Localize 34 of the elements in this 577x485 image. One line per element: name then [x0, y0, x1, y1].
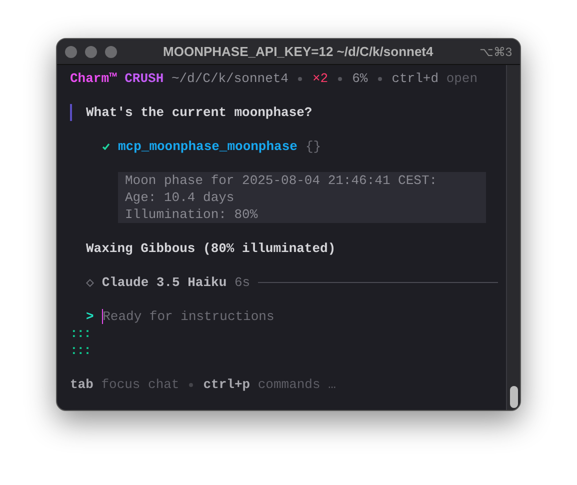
- window-shortcut: ⌥⌘3: [479, 44, 512, 60]
- app-brand: Charm™: [70, 70, 117, 87]
- help-key: tab: [70, 376, 94, 393]
- spinner-dots: :::: [70, 326, 90, 341]
- user-message: What's the current moonphase?: [86, 104, 312, 121]
- separator-dot-icon: [298, 76, 302, 80]
- tool-name: mcp_moonphase_moonphase: [118, 138, 298, 155]
- app-name: CRUSH: [124, 70, 164, 87]
- error-count: ×2: [312, 70, 328, 87]
- window-title: MOONPHASE_API_KEY=12 ~/d/C/k/sonnet4: [163, 42, 434, 61]
- input-field[interactable]: Ready for instructions: [102, 308, 498, 325]
- context-usage: 6%: [352, 70, 368, 87]
- tool-output: Moon phase for 2025-08-04 21:46:41 CEST: Age: 10.4 days Illumination: 80%: [118, 172, 486, 223]
- window-zoom-button[interactable]: [105, 46, 117, 58]
- tool-args: {}: [305, 138, 322, 155]
- spinner-dots: :::: [70, 343, 90, 358]
- help-key: ctrl+p: [203, 376, 250, 393]
- prompt-symbol: >: [86, 308, 94, 325]
- diamond-icon: [86, 278, 94, 286]
- shortcut-label: open: [446, 70, 478, 87]
- help-label: focus chat: [101, 376, 180, 393]
- help-label: commands …: [258, 376, 336, 393]
- separator-dot-icon: [338, 76, 342, 80]
- scrollbar-thumb[interactable]: [510, 386, 518, 408]
- path-text: ~/d/C/k/sonnet4: [171, 70, 288, 87]
- shortcut-key: ctrl+d: [392, 70, 439, 87]
- text-cursor: [102, 309, 103, 324]
- model-name: Claude 3.5 Haiku: [102, 274, 227, 291]
- window-close-button[interactable]: [65, 46, 77, 58]
- separator-dot-icon: [189, 382, 194, 386]
- answer-text: Waxing Gibbous (80% illuminated): [86, 241, 336, 256]
- window-minimize-button[interactable]: [85, 46, 97, 58]
- response-time: 6s: [234, 274, 250, 291]
- separator-dot-icon: [378, 76, 382, 80]
